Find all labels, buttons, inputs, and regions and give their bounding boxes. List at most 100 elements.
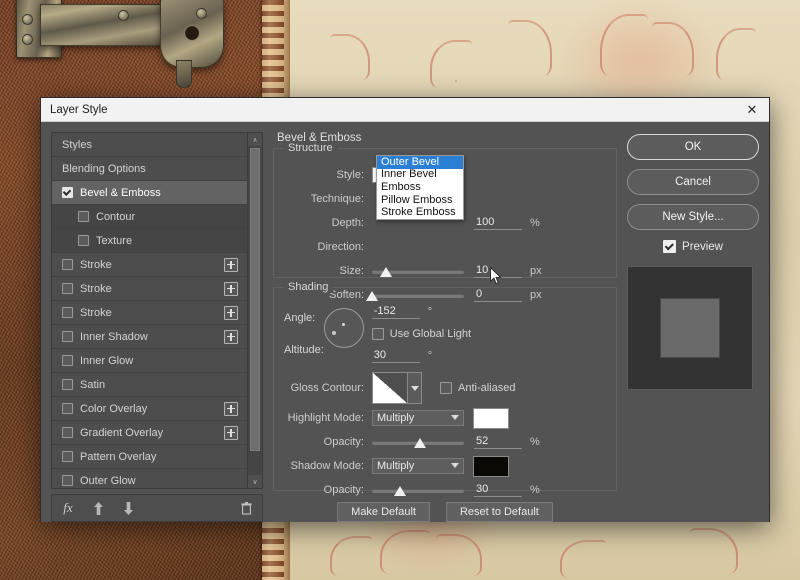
fx-icon[interactable]: fx	[60, 500, 76, 516]
style-enable-checkbox[interactable]	[62, 379, 73, 390]
shadow-opacity-knob[interactable]	[393, 486, 406, 496]
styles-toolbar: fx	[51, 494, 263, 522]
new-style-button[interactable]: New Style...	[627, 204, 759, 230]
shadow-opacity-slider[interactable]	[372, 483, 464, 497]
style-enable-checkbox[interactable]	[62, 259, 73, 270]
style-enable-checkbox[interactable]	[62, 355, 73, 366]
angle-dial[interactable]	[323, 308, 364, 348]
style-list-item-pattern-overlay[interactable]: Pattern Overlay	[52, 445, 247, 469]
move-layer-down-icon[interactable]	[120, 500, 136, 516]
style-enable-checkbox[interactable]	[78, 211, 89, 222]
style-list-item-inner-glow[interactable]: Inner Glow	[52, 349, 247, 373]
scroll-down-icon[interactable]: ∨	[248, 475, 262, 488]
scrollbar-thumb[interactable]	[250, 148, 260, 451]
gloss-contour-label: Gloss Contour:	[290, 382, 364, 394]
style-list-item-color-overlay[interactable]: Color Overlay	[52, 397, 247, 421]
highlight-opacity-slider[interactable]	[372, 435, 464, 449]
style-enable-checkbox[interactable]	[62, 283, 73, 294]
style-enable-checkbox[interactable]	[62, 475, 73, 486]
preview-checkbox[interactable]	[663, 240, 677, 253]
depth-value[interactable]: 100	[474, 216, 522, 230]
style-list-item-contour[interactable]: Contour	[52, 205, 247, 229]
shading-group: Shading Angle: Altitude: -152 ° Use Glob…	[273, 281, 617, 497]
add-effect-icon[interactable]	[224, 305, 238, 320]
altitude-value[interactable]: 30	[371, 349, 420, 363]
highlight-color-swatch[interactable]	[473, 407, 509, 429]
style-list-item-inner-shadow[interactable]: Inner Shadow	[52, 325, 247, 349]
cancel-button[interactable]: Cancel	[627, 169, 759, 195]
delete-layer-icon[interactable]	[238, 500, 254, 516]
highlight-mode-select[interactable]: Multiply	[372, 410, 464, 426]
style-enable-checkbox[interactable]	[62, 331, 73, 342]
gloss-contour-dropdown[interactable]	[408, 372, 422, 404]
style-enable-checkbox[interactable]	[62, 451, 73, 462]
style-enable-checkbox[interactable]	[62, 403, 73, 414]
style-list-item-stroke[interactable]: Stroke	[52, 253, 247, 277]
styles-scrollbar[interactable]: ∧ ∨	[247, 133, 262, 488]
style-list-item-styles[interactable]: Styles	[52, 133, 247, 157]
chevron-down-icon	[451, 415, 459, 420]
highlight-mode-row: Highlight Mode: Multiply	[284, 407, 606, 429]
scrollbar-track[interactable]	[248, 146, 262, 475]
make-default-button[interactable]: Make Default	[337, 502, 430, 522]
style-enable-checkbox[interactable]	[62, 187, 73, 198]
direction-label: Direction:	[317, 241, 364, 253]
add-effect-icon[interactable]	[224, 401, 238, 416]
move-layer-up-icon[interactable]	[90, 500, 106, 516]
style-enable-checkbox[interactable]	[62, 307, 73, 318]
style-list-item-outer-glow[interactable]: Outer Glow	[52, 469, 247, 488]
style-option-pillow-emboss[interactable]: Pillow Emboss	[377, 194, 463, 207]
style-list-item-label: Stroke	[80, 282, 112, 295]
add-effect-icon[interactable]	[224, 281, 238, 296]
style-option-inner-bevel[interactable]: Inner Bevel	[377, 169, 463, 182]
style-option-outer-bevel[interactable]: Outer Bevel	[377, 156, 463, 169]
angle-value[interactable]: -152	[371, 305, 420, 319]
scroll-up-icon[interactable]: ∧	[248, 133, 262, 146]
technique-label: Technique:	[310, 193, 364, 205]
size-slider-knob[interactable]	[379, 267, 392, 277]
style-option-stroke-emboss[interactable]: Stroke Emboss	[377, 206, 463, 219]
use-global-light-checkbox[interactable]	[371, 328, 384, 340]
preview-label[interactable]: Preview	[682, 241, 723, 253]
add-effect-icon[interactable]	[224, 257, 238, 272]
add-effect-icon[interactable]	[224, 425, 238, 440]
reset-to-default-button[interactable]: Reset to Default	[445, 502, 553, 522]
angle-dial-handle[interactable]	[331, 331, 336, 335]
anti-aliased-checkbox[interactable]	[440, 382, 452, 394]
angle-fields: -152 ° Use Global Light 30 °	[371, 302, 471, 366]
style-list-item-label: Texture	[96, 234, 133, 247]
shadow-color-swatch[interactable]	[473, 455, 509, 477]
highlight-opacity-label: Opacity:	[323, 436, 364, 448]
gloss-contour-swatch[interactable]	[372, 372, 408, 404]
style-option-emboss[interactable]: Emboss	[377, 181, 463, 194]
use-global-light-label[interactable]: Use Global Light	[390, 328, 471, 340]
style-list-item-stroke[interactable]: Stroke	[52, 277, 247, 301]
style-enable-checkbox[interactable]	[78, 235, 89, 246]
style-dropdown-list[interactable]: Outer Bevel Inner Bevel Emboss Pillow Embos…	[376, 155, 464, 220]
style-list-item-stroke[interactable]: Stroke	[52, 301, 247, 325]
clasp-stud	[118, 10, 129, 21]
style-list-item-gradient-overlay[interactable]: Gradient Overlay	[52, 421, 247, 445]
shadow-mode-select[interactable]: Multiply	[372, 458, 464, 474]
style-enable-checkbox[interactable]	[62, 427, 73, 438]
shadow-opacity-value[interactable]: 30	[474, 483, 522, 497]
close-icon[interactable]: ✕	[735, 98, 769, 121]
style-list-item-bevel-emboss[interactable]: Bevel & Emboss	[52, 181, 247, 205]
style-list-item-texture[interactable]: Texture	[52, 229, 247, 253]
ok-button[interactable]: OK	[627, 134, 759, 160]
highlight-opacity-value[interactable]: 52	[474, 435, 522, 449]
shadow-opacity-row: Opacity: 30 %	[284, 480, 606, 500]
right-button-column: OK Cancel New Style... Preview	[627, 132, 759, 522]
size-slider[interactable]	[372, 264, 464, 278]
style-list-item-blending-options[interactable]: Blending Options	[52, 157, 247, 181]
highlight-mode-value: Multiply	[377, 412, 415, 424]
style-list-item-label: Styles	[62, 138, 92, 151]
shadow-opacity-label: Opacity:	[323, 484, 364, 496]
size-value[interactable]: 10	[474, 264, 522, 278]
style-list-item-satin[interactable]: Satin	[52, 373, 247, 397]
angle-label: Angle:	[284, 312, 316, 324]
add-effect-icon[interactable]	[224, 329, 238, 344]
altitude-label: Altitude:	[284, 344, 324, 356]
highlight-opacity-knob[interactable]	[413, 438, 426, 448]
anti-aliased-label[interactable]: Anti-aliased	[458, 382, 515, 394]
